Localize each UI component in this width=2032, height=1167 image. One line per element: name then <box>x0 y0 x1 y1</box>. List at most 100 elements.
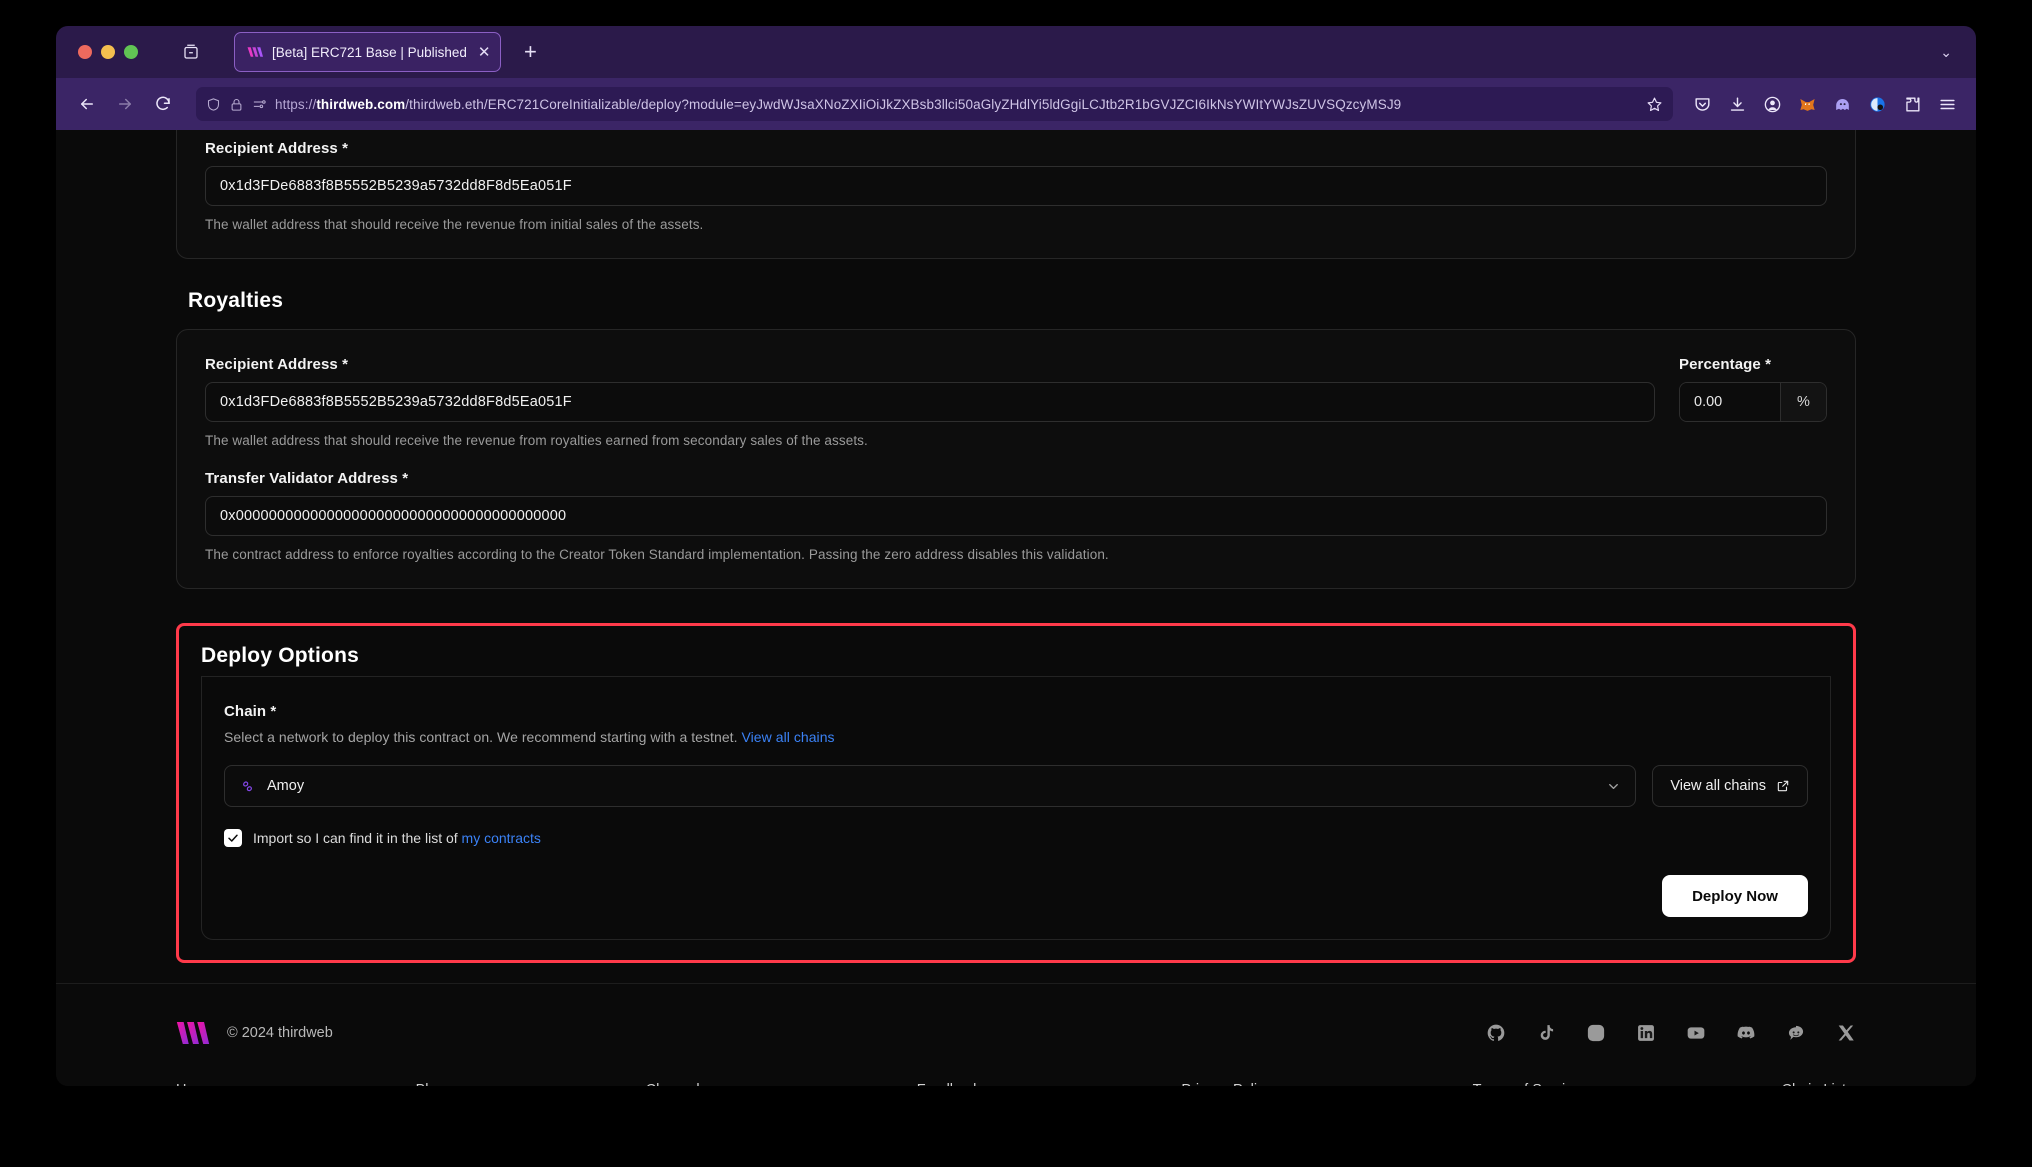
royalties-percentage-group: Percentage * 0.00 % <box>1679 356 1827 422</box>
footer-social-links <box>1485 1023 1856 1044</box>
thirdweb-favicon-icon <box>247 45 263 59</box>
chain-description-text: Select a network to deploy this contract… <box>224 729 738 745</box>
sale-recipient-helper: The wallet address that should receive t… <box>205 217 1827 232</box>
view-all-chains-link[interactable]: View all chains <box>742 729 835 745</box>
footer-link-home[interactable]: Home <box>176 1082 215 1086</box>
chain-select[interactable]: Amoy <box>224 765 1636 807</box>
transfer-validator-label: Transfer Validator Address * <box>205 470 1827 487</box>
deploy-options-title: Deploy Options <box>201 644 1831 668</box>
extensions-icon[interactable] <box>1899 91 1925 117</box>
url-text[interactable]: https://thirdweb.com/thirdweb.eth/ERC721… <box>275 97 1638 112</box>
tab-close-icon[interactable]: ✕ <box>476 45 491 60</box>
page-container: Recipient Address * 0x1d3FDe6883f8B5552B… <box>56 130 1976 963</box>
footer-link-chain-list[interactable]: Chain List <box>1782 1082 1846 1086</box>
lock-icon <box>229 97 244 112</box>
url-scheme: https:// <box>275 97 316 112</box>
instagram-icon[interactable] <box>1585 1023 1606 1044</box>
browser-tab-strip: [Beta] ERC721 Base | Published ✕ + ⌄ <box>56 26 1976 78</box>
browser-tab[interactable]: [Beta] ERC721 Base | Published ✕ <box>234 32 501 72</box>
pocket-icon[interactable] <box>1689 91 1715 117</box>
chain-description: Select a network to deploy this contract… <box>224 729 1808 745</box>
reload-icon[interactable] <box>146 87 180 121</box>
import-checkbox[interactable] <box>224 829 242 847</box>
browser-toolbar-icons <box>1689 91 1962 117</box>
github-icon[interactable] <box>1485 1023 1506 1044</box>
footer-nav-links: Home Blog Changelog Feedback Privacy Pol… <box>176 1082 1856 1086</box>
royalties-percentage-field[interactable]: 0.00 % <box>1679 382 1827 422</box>
sale-recipient-card: Recipient Address * 0x1d3FDe6883f8B5552B… <box>176 130 1856 259</box>
new-tab-button[interactable]: + <box>517 41 543 63</box>
thirdweb-logo-icon <box>176 1020 210 1046</box>
sale-recipient-input[interactable]: 0x1d3FDe6883f8B5552B5239a5732dd8F8d5Ea05… <box>205 166 1827 206</box>
wallet-extension-icon[interactable] <box>1864 91 1890 117</box>
maximize-window-button[interactable] <box>124 45 138 59</box>
desktop-background: [Beta] ERC721 Base | Published ✕ + ⌄ <box>0 0 2032 1167</box>
window-controls[interactable] <box>70 45 138 59</box>
list-all-tabs-chevron-icon[interactable]: ⌄ <box>1940 44 1962 61</box>
phantom-extension-icon[interactable] <box>1829 91 1855 117</box>
deploy-now-button[interactable]: Deploy Now <box>1662 875 1808 917</box>
transfer-validator-helper: The contract address to enforce royaltie… <box>205 547 1827 562</box>
url-host: thirdweb.com <box>316 97 405 112</box>
reddit-icon[interactable] <box>1785 1023 1806 1044</box>
close-window-button[interactable] <box>78 45 92 59</box>
royalties-card: Recipient Address * 0x1d3FDe6883f8B5552B… <box>176 329 1856 589</box>
footer-link-changelog[interactable]: Changelog <box>646 1082 716 1086</box>
bookmark-star-icon[interactable] <box>1646 96 1663 113</box>
footer-link-terms-of-service[interactable]: Terms of Service <box>1473 1082 1581 1086</box>
address-bar[interactable]: https://thirdweb.com/thirdweb.eth/ERC721… <box>196 87 1673 121</box>
app-menu-icon[interactable] <box>1934 91 1960 117</box>
transfer-validator-group: Transfer Validator Address * 0x000000000… <box>205 470 1827 562</box>
transfer-validator-input[interactable]: 0x00000000000000000000000000000000000000… <box>205 496 1827 536</box>
check-icon <box>227 832 239 844</box>
royalties-recipient-label: Recipient Address * <box>205 356 1655 373</box>
site-footer: © 2024 thirdweb <box>56 983 1976 1086</box>
percent-suffix: % <box>1780 383 1826 421</box>
royalties-row: Recipient Address * 0x1d3FDe6883f8B5552B… <box>205 356 1827 422</box>
royalties-title: Royalties <box>188 289 1856 313</box>
view-all-chains-button-label: View all chains <box>1670 778 1766 794</box>
import-label: Import so I can find it in the list of m… <box>253 830 541 846</box>
footer-copyright: © 2024 thirdweb <box>227 1025 333 1041</box>
forward-icon[interactable] <box>108 87 142 121</box>
footer-top-row: © 2024 thirdweb <box>176 1020 1856 1046</box>
sale-recipient-label: Recipient Address * <box>205 140 1827 157</box>
metamask-extension-icon[interactable] <box>1794 91 1820 117</box>
view-all-chains-button[interactable]: View all chains <box>1652 765 1808 807</box>
deploy-options-highlight: Deploy Options Chain * Select a network … <box>176 623 1856 963</box>
selected-chain-name: Amoy <box>267 778 1595 794</box>
url-path: /thirdweb.eth/ERC721CoreInitializable/de… <box>405 97 1401 112</box>
back-icon[interactable] <box>70 87 104 121</box>
tiktok-icon[interactable] <box>1535 1023 1556 1044</box>
royalties-recipient-helper: The wallet address that should receive t… <box>205 433 1827 448</box>
royalties-percentage-input[interactable]: 0.00 <box>1680 383 1780 421</box>
chevron-down-icon <box>1606 779 1621 794</box>
discord-icon[interactable] <box>1735 1023 1756 1044</box>
deploy-button-row: Deploy Now <box>224 875 1808 917</box>
linkedin-icon[interactable] <box>1635 1023 1656 1044</box>
firefox-view-icon[interactable] <box>178 39 204 65</box>
shield-icon <box>206 97 221 112</box>
footer-link-privacy-policy[interactable]: Privacy Policy <box>1181 1082 1271 1086</box>
my-contracts-link[interactable]: my contracts <box>462 830 541 846</box>
browser-window: [Beta] ERC721 Base | Published ✕ + ⌄ <box>56 26 1976 1086</box>
page-content: Recipient Address * 0x1d3FDe6883f8B5552B… <box>56 130 1976 1086</box>
downloads-icon[interactable] <box>1724 91 1750 117</box>
royalties-recipient-input[interactable]: 0x1d3FDe6883f8B5552B5239a5732dd8F8d5Ea05… <box>205 382 1655 422</box>
footer-brand: © 2024 thirdweb <box>176 1020 333 1046</box>
minimize-window-button[interactable] <box>101 45 115 59</box>
chain-label: Chain * <box>224 703 1808 720</box>
footer-link-blog[interactable]: Blog <box>416 1082 445 1086</box>
deploy-options-card: Chain * Select a network to deploy this … <box>201 677 1831 940</box>
import-label-text: Import so I can find it in the list of <box>253 830 458 846</box>
import-contract-row[interactable]: Import so I can find it in the list of m… <box>224 829 1808 847</box>
chain-selector-row: Amoy View all chains <box>224 765 1808 807</box>
royalties-percentage-label: Percentage * <box>1679 356 1827 373</box>
permissions-icon[interactable] <box>252 97 267 112</box>
tab-title: [Beta] ERC721 Base | Published <box>272 45 467 60</box>
youtube-icon[interactable] <box>1685 1023 1706 1044</box>
external-link-icon <box>1776 779 1790 793</box>
x-icon[interactable] <box>1835 1023 1856 1044</box>
footer-link-feedback[interactable]: Feedback <box>917 1082 981 1086</box>
account-icon[interactable] <box>1759 91 1785 117</box>
